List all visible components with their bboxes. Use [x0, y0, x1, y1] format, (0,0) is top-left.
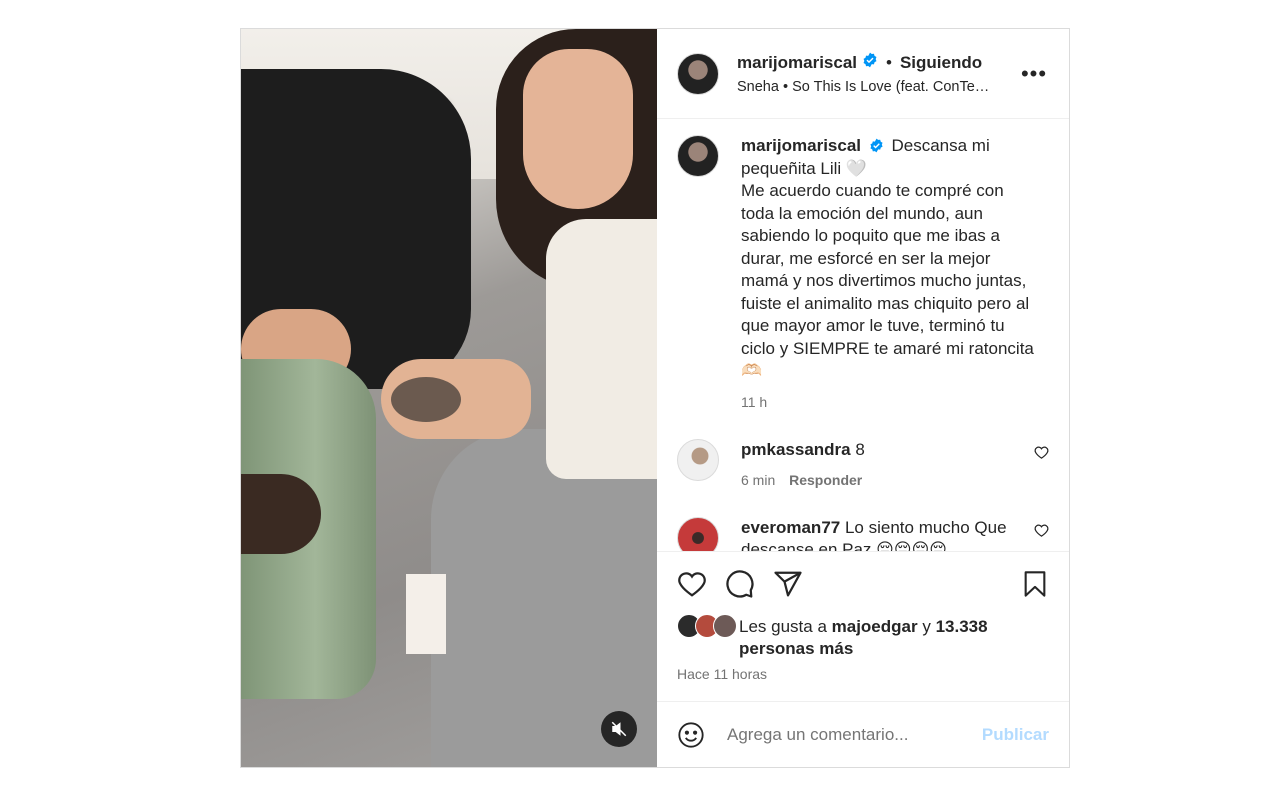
- audio-attribution[interactable]: Sneha • So This Is Love (feat. ConTe…: [737, 79, 1007, 95]
- unmute-button[interactable]: [601, 711, 637, 747]
- comments-list[interactable]: marijomariscal Descansa mi pequeñita Lil…: [657, 119, 1069, 551]
- caption-time: 11 h: [741, 393, 768, 410]
- comment-item: everoman77 Lo siento mucho Que descanse …: [677, 517, 1049, 551]
- author-username[interactable]: marijomariscal: [737, 53, 857, 73]
- commenter-username[interactable]: everoman77: [741, 518, 840, 537]
- author-avatar[interactable]: [677, 52, 719, 95]
- audio-artist: Sneha: [737, 79, 779, 95]
- post-dialog: marijomariscal • Siguiendo Sneha • So Th…: [240, 28, 1070, 768]
- emoji-icon[interactable]: [677, 721, 705, 749]
- hamster: [391, 377, 461, 422]
- heart-icon[interactable]: [677, 569, 707, 599]
- audio-separator: •: [782, 79, 793, 95]
- more-options-icon[interactable]: •••: [1019, 59, 1049, 89]
- comment-like-heart-icon[interactable]: [1034, 445, 1049, 465]
- liker-avatars: [677, 614, 739, 638]
- likes-suffix[interactable]: personas más: [739, 639, 853, 658]
- comment-item: pmkassandra 8 6 min Responder: [677, 439, 1049, 491]
- post-caption: marijomariscal Descansa mi pequeñita Lil…: [677, 135, 1049, 413]
- caption-avatar[interactable]: [677, 135, 719, 177]
- verified-badge-icon: [862, 52, 878, 73]
- commenter-avatar[interactable]: [677, 439, 719, 481]
- reply-button[interactable]: Responder: [789, 472, 862, 488]
- comment-input[interactable]: [725, 723, 982, 746]
- comment-text: 8: [855, 440, 865, 459]
- comment-like-heart-icon[interactable]: [1034, 523, 1049, 543]
- following-button[interactable]: Siguiendo: [900, 53, 982, 73]
- likes-prefix: Les gusta a: [739, 617, 832, 636]
- publish-button[interactable]: Publicar: [982, 725, 1049, 745]
- comment-time: 6 min: [741, 472, 776, 488]
- commenter-username[interactable]: pmkassandra: [741, 440, 851, 459]
- muted-speaker-icon: [611, 721, 627, 737]
- likes-count[interactable]: 13.338: [936, 617, 988, 636]
- share-icon[interactable]: [773, 569, 803, 599]
- add-comment-bar: Publicar: [657, 701, 1069, 767]
- commenter-avatar[interactable]: [677, 517, 719, 551]
- audio-song: So This Is Love (feat. ConTe…: [792, 79, 990, 95]
- post-video[interactable]: [241, 29, 657, 767]
- post-header: marijomariscal • Siguiendo Sneha • So Th…: [657, 29, 1069, 119]
- post-details: marijomariscal • Siguiendo Sneha • So Th…: [657, 29, 1069, 767]
- verified-badge-icon: [870, 138, 883, 153]
- likes-middle: y: [917, 617, 936, 636]
- separator-dot: •: [886, 52, 892, 72]
- likes-summary[interactable]: Les gusta a majoedgar y 13.338 personas …: [677, 614, 1049, 660]
- caption-text: Descansa mi pequeñita Lili 🤍 Me acuerdo …: [741, 136, 1034, 380]
- posted-ago: Hace 11 horas: [677, 666, 768, 682]
- liker-username[interactable]: majoedgar: [832, 617, 918, 636]
- bookmark-icon[interactable]: [1021, 569, 1049, 599]
- caption-username[interactable]: marijomariscal: [741, 136, 861, 155]
- comment-icon[interactable]: [725, 569, 755, 599]
- post-actions: Les gusta a majoedgar y 13.338 personas …: [657, 551, 1069, 701]
